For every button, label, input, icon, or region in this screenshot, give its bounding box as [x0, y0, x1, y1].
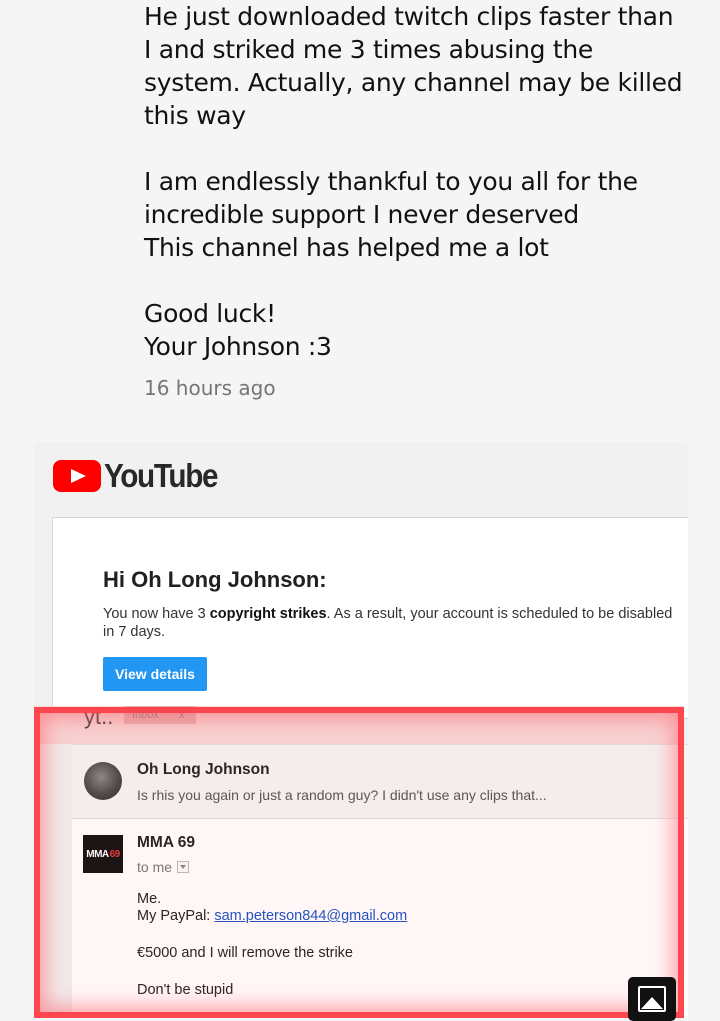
post-line: I and striked me 3 times abusing the: [144, 35, 594, 64]
post-line: I am endlessly thankful to you all for t…: [144, 167, 638, 196]
chevron-down-icon[interactable]: [177, 861, 190, 873]
view-details-button[interactable]: View details: [103, 657, 207, 691]
post-line: incredible support I never deserved: [144, 200, 579, 229]
sender-name: MMA 69: [137, 834, 195, 851]
collapsed-message[interactable]: Oh Long Johnson Is rhis you again or jus…: [72, 744, 688, 819]
post-gap: [144, 132, 714, 165]
notice-text-bold: copyright strikes: [209, 606, 327, 622]
post-gap: [144, 264, 714, 297]
paypal-email-link[interactable]: sam.peterson844@gmail.com: [214, 908, 407, 924]
mountain-icon: [641, 997, 663, 1009]
notice-text-pre: You now have 3: [103, 606, 210, 622]
avatar-text: 69: [109, 848, 121, 860]
youtube-logo: YouTube: [53, 457, 230, 494]
thread-subject: yt..: [84, 704, 114, 729]
message-snippet: Is rhis you again or just a random guy? …: [137, 787, 547, 803]
warning-line: Don't be stupid: [137, 982, 234, 998]
paypal-label: My PayPal:: [137, 908, 215, 924]
avatar-text: MMA: [86, 848, 109, 860]
image-button[interactable]: [628, 977, 676, 1021]
post-line: This channel has helped me a lot: [144, 233, 549, 262]
message-body: Me. My PayPal: sam.peterson844@gmail.com: [137, 891, 407, 925]
post-line: Good luck!: [144, 299, 276, 328]
post-body: He just downloaded twitch clips faster t…: [144, 0, 714, 363]
email-thread: Oh Long Johnson Is rhis you again or jus…: [72, 744, 688, 1018]
post-line: Your Johnson :3: [144, 332, 332, 361]
recipient-text: to me: [137, 859, 173, 875]
play-icon: [53, 460, 101, 492]
remove-label-icon[interactable]: x: [179, 709, 185, 721]
youtube-wordmark: YouTube: [104, 457, 219, 494]
avatar: MMA 69: [83, 835, 123, 873]
paypal-line: My PayPal: sam.peterson844@gmail.com: [137, 908, 407, 925]
body-line: Me.: [137, 891, 162, 907]
email-greeting: Hi Oh Long Johnson:: [103, 567, 327, 592]
avatar: [84, 762, 122, 800]
strike-notice-card: Hi Oh Long Johnson: You now have 3 copyr…: [52, 517, 688, 719]
strike-notice-text: You now have 3 copyright strikes. As a r…: [103, 605, 673, 641]
recipient-line: to me: [137, 859, 190, 875]
ransom-offer: €5000 and I will remove the strike: [137, 945, 353, 961]
post-line: He just downloaded twitch clips faster t…: [144, 2, 674, 31]
post-timestamp: 16 hours ago: [144, 376, 276, 400]
inbox-label: Inbox: [132, 709, 159, 721]
post-line: system. Actually, any channel may be kil…: [144, 68, 683, 97]
sender-name: Oh Long Johnson: [137, 761, 270, 778]
inbox-label-chip[interactable]: Inbox x: [124, 706, 196, 724]
post-line: this way: [144, 101, 246, 130]
